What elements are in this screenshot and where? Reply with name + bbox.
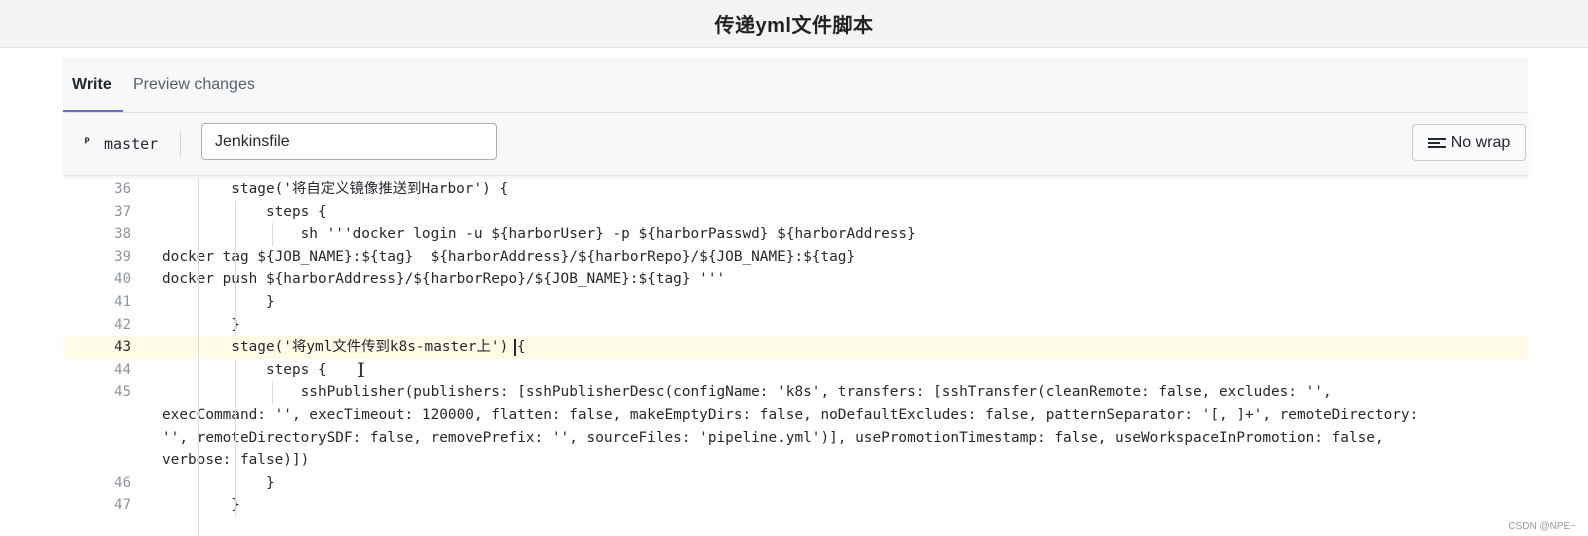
code-line[interactable]: 41 } [63,291,1528,314]
editor-toolbar: ᴾ master No wrap [63,113,1528,176]
line-number: 38 [114,226,131,243]
line-number: 37 [114,203,131,220]
line-code: } [162,316,240,333]
tab-preview-changes[interactable]: Preview changes [133,57,255,112]
code-line[interactable]: 45 sshPublisher(publishers: [sshPublishe… [63,381,1528,404]
code-line[interactable]: 46 } [63,472,1528,495]
watermark: CSDN @NPE~ [1508,521,1576,532]
branch-selector[interactable]: ᴾ master [83,113,158,175]
line-number: 45 [114,384,131,401]
code-line[interactable]: 38 sh '''docker login -u ${harborUser} -… [63,223,1528,246]
code-line[interactable]: 47 } [63,494,1528,517]
code-line[interactable]: 40 docker push ${harborAddress}/${harborR… [63,268,1528,291]
line-number: 36 [114,181,131,197]
line-number: 41 [114,294,131,310]
page-title: 传递yml文件脚本 [714,15,874,37]
code-line[interactable]: 42 } [63,314,1528,337]
code-line[interactable]: execCommand: '', execTimeout: 120000, fl… [63,404,1528,427]
file-editor: Write Preview changes ᴾ master No wrap 3… [63,57,1528,536]
wrap-mode-button[interactable]: No wrap [1412,124,1526,161]
line-number: 40 [114,271,131,288]
line-code: sshPublisher(publishers: [sshPublisherDe… [162,384,1332,401]
active-tab-indicator [63,110,123,112]
wrap-lines-icon [1427,136,1446,150]
line-number: 44 [114,361,131,378]
code-line[interactable]: 39 docker tag ${JOB_NAME}:${tag} ${harbor… [63,246,1528,269]
code-line[interactable]: '', remoteDirectorySDF: false, removePre… [63,427,1528,450]
line-code: sh '''docker login -u ${harborUser} -p $… [162,226,916,243]
line-number: 47 [114,497,131,514]
filename-input[interactable] [201,123,497,160]
line-number: 46 [114,474,131,491]
line-code: docker tag ${JOB_NAME}:${tag} ${harborAd… [162,248,856,265]
indent-guide [272,381,273,404]
indent-guide [235,358,236,517]
line-number: 43 [114,339,131,356]
line-code: } [162,497,240,514]
indent-guide [198,178,199,536]
code-line[interactable]: 44 steps { [63,359,1528,382]
indent-guide [272,223,273,246]
git-branch-icon: ᴾ [83,136,92,152]
line-code: '', remoteDirectorySDF: false, removePre… [162,429,1384,446]
code-line[interactable]: 36 stage('将自定义镜像推送到Harbor') { [63,178,1528,201]
branch-name: master [104,135,159,153]
indent-guide [235,200,236,337]
wrap-mode-label: No wrap [1450,133,1511,151]
line-code: } [162,294,275,310]
line-code: steps { [162,203,327,220]
code-line[interactable]: 43 stage('将yml文件传到k8s-master上') { [63,336,1528,359]
code-line[interactable]: verbose: false)]) [63,449,1528,472]
code-line[interactable]: 37 steps { [63,201,1528,224]
editor-tabs: Write Preview changes [63,57,1528,113]
i-beam-cursor-icon: I [357,357,365,382]
line-number: 39 [114,248,131,265]
tab-write[interactable]: Write [72,57,112,112]
line-code: stage('将yml文件传到k8s-master上') { [162,339,526,356]
title-bar: 传递yml文件脚本 [0,0,1588,48]
line-code: execCommand: '', execTimeout: 120000, fl… [162,407,1419,423]
line-code: stage('将自定义镜像推送到Harbor') { [162,181,509,197]
line-number: 42 [114,316,131,333]
text-caret [514,339,516,357]
toolbar-divider [180,132,181,157]
code-editor[interactable]: 36 stage('将自定义镜像推送到Harbor') {37 steps {3… [63,176,1528,536]
line-code: steps { [162,361,327,378]
line-code: } [162,474,275,491]
line-code: docker push ${harborAddress}/${harborRep… [162,271,726,288]
